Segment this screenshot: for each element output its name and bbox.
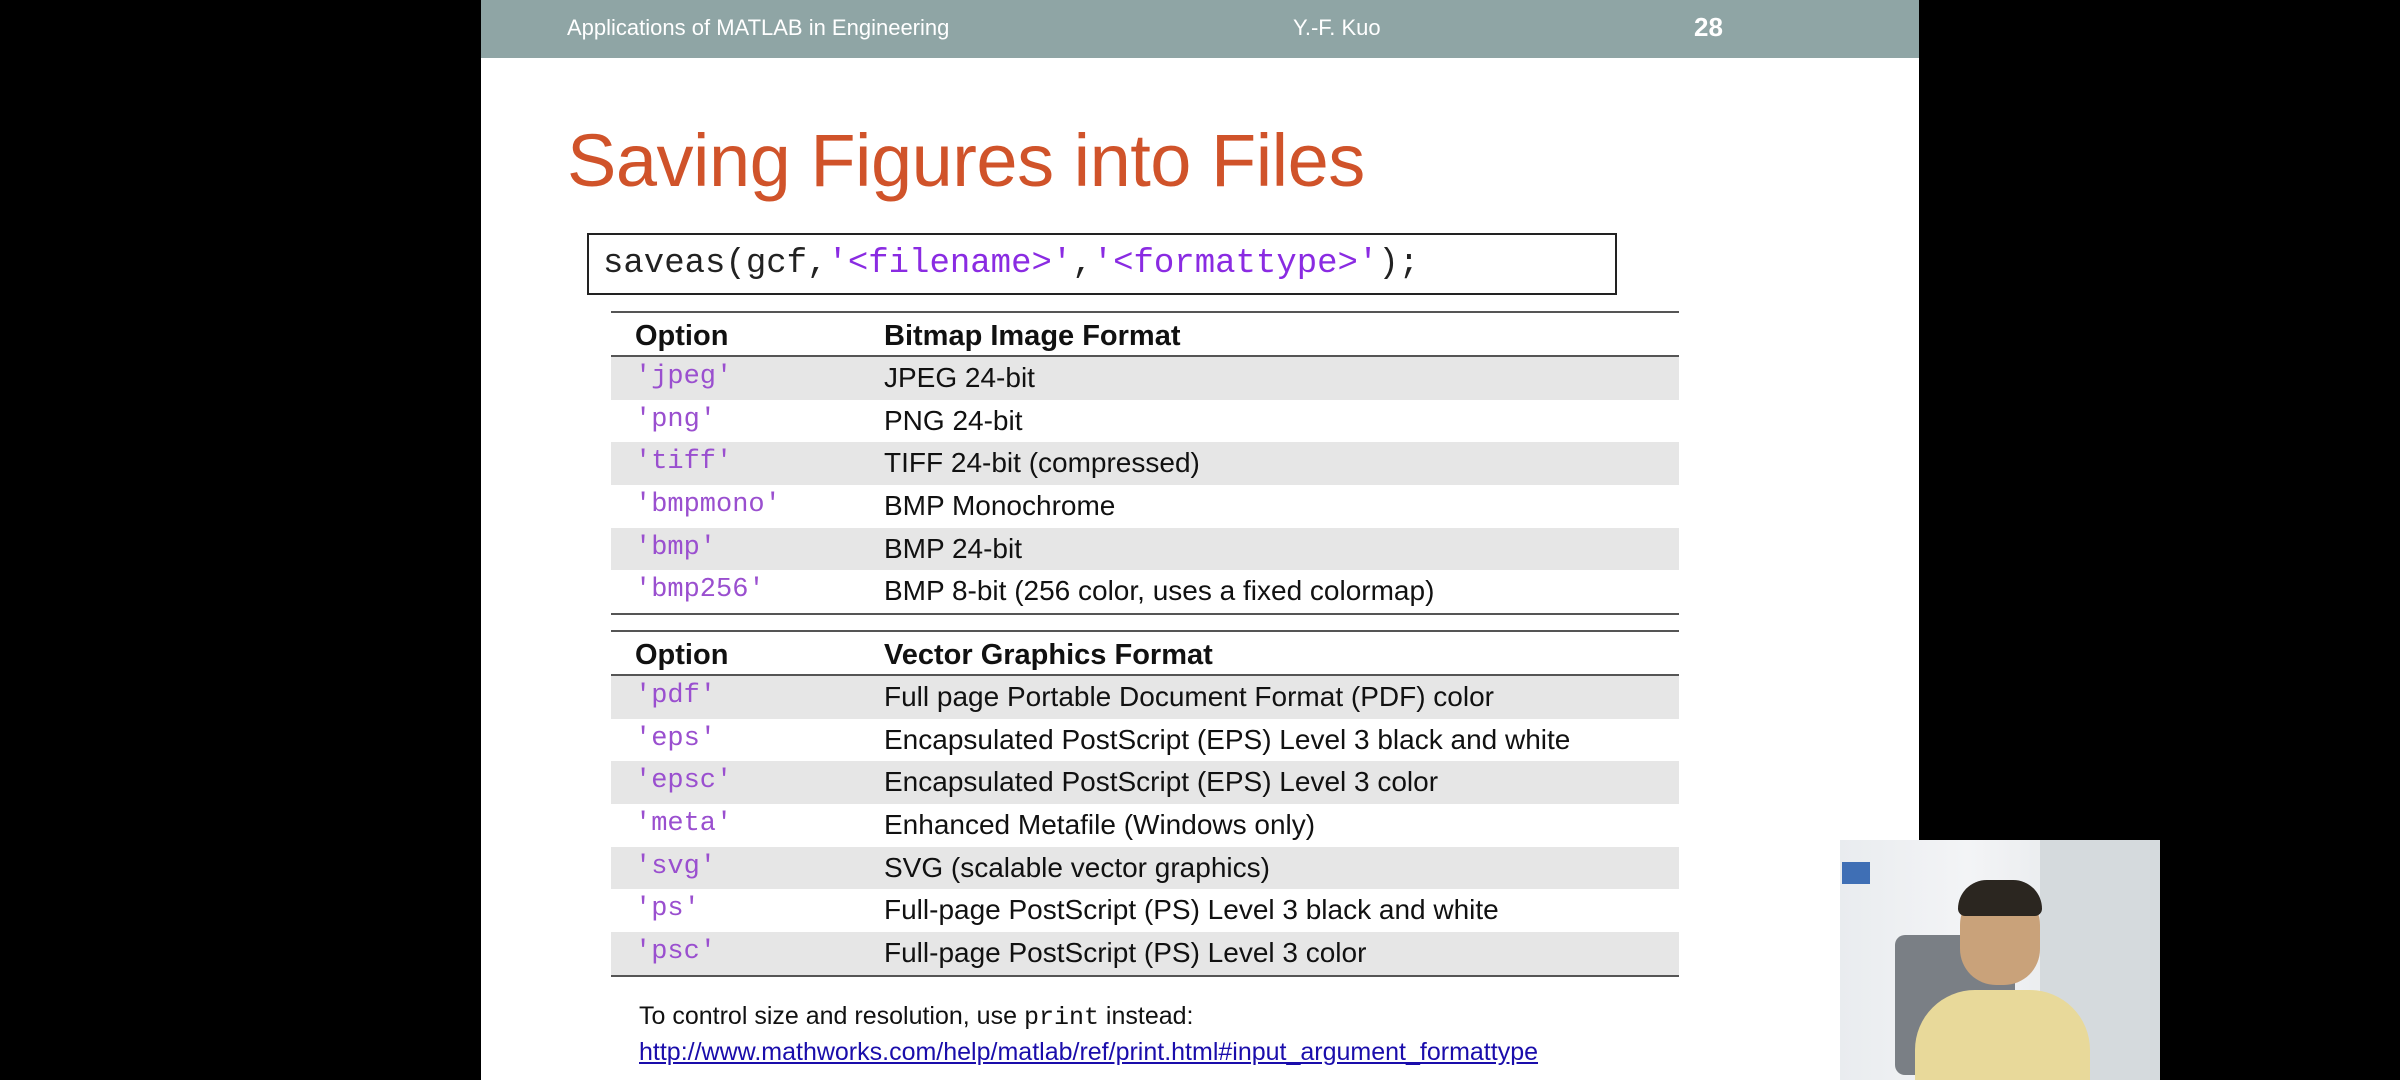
option-value: 'bmp256' [635, 575, 765, 606]
option-value: 'psc' [635, 937, 717, 968]
presenter-body [1915, 990, 2090, 1080]
table-row: 'ps' Full-page PostScript (PS) Level 3 bl… [611, 889, 1679, 932]
note-suffix: instead: [1105, 1002, 1194, 1030]
slide-header: Applications of MATLAB in Engineering Y.… [481, 0, 1919, 58]
format-description: BMP 24-bit [884, 532, 1022, 564]
table-header: Option Vector Graphics Format [611, 632, 1679, 676]
table-rows: 'jpeg' JPEG 24-bit 'png' PNG 24-bit 'tiff' TI… [611, 357, 1679, 613]
table-bottom-rule [611, 974, 1679, 977]
option-value: 'tiff' [635, 447, 733, 478]
code-arg-filename: '<filename>' [827, 245, 1073, 283]
option-value: 'pdf' [635, 681, 717, 711]
format-description: Full-page PostScript (PS) Level 3 color [884, 937, 1367, 969]
option-value: 'meta' [635, 809, 733, 840]
table-header: Option Bitmap Image Format [611, 313, 1679, 357]
format-description: BMP 8-bit (256 color, uses a fixed color… [884, 575, 1435, 607]
note-code: print [1023, 1003, 1099, 1032]
option-value: 'jpeg' [635, 362, 733, 392]
note-prefix: To control size and resolution, use [639, 1002, 1017, 1030]
author-name: Y.-F. Kuo [1293, 15, 1381, 40]
option-value: 'epsc' [635, 766, 733, 797]
option-value: 'svg' [635, 851, 717, 882]
format-description: SVG (scalable vector graphics) [884, 851, 1270, 883]
code-prefix: saveas(gcf, [603, 245, 828, 283]
header-option: Option [635, 639, 729, 671]
option-value: 'png' [635, 404, 717, 435]
table-row: 'svg' SVG (scalable vector graphics) [611, 846, 1679, 890]
slide-title: Saving Figures into Files [567, 119, 1365, 202]
format-description: Encapsulated PostScript (EPS) Level 3 co… [884, 766, 1439, 798]
option-value: 'eps' [635, 723, 717, 754]
table-row: 'meta' Enhanced Metafile (Windows only) [611, 804, 1679, 847]
table-row: 'tiff' TIFF 24-bit (compressed) [611, 442, 1679, 486]
flag-icon [1842, 862, 1870, 884]
table-row: 'bmp' BMP 24-bit [611, 527, 1679, 571]
format-description: Enhanced Metafile (Windows only) [884, 809, 1316, 841]
note-text: To control size and resolution, use prin… [639, 1002, 1193, 1032]
table-row: 'pdf' Full page Portable Document Format … [611, 676, 1679, 719]
slide: Applications of MATLAB in Engineering Y.… [481, 0, 1919, 1080]
table-row: 'psc' Full-page PostScript (PS) Level 3 c… [611, 932, 1679, 975]
presenter-hair [1958, 880, 2042, 916]
page-number: 28 [1694, 12, 1723, 42]
format-description: JPEG 24-bit [884, 362, 1035, 393]
table-row: 'bmpmono' BMP Monochrome [611, 485, 1679, 528]
course-title: Applications of MATLAB in Engineering [567, 15, 950, 40]
option-value: 'ps' [635, 894, 700, 925]
format-description: PNG 24-bit [884, 404, 1023, 436]
code-suffix: ); [1378, 245, 1420, 283]
header-format: Vector Graphics Format [884, 639, 1213, 671]
format-description: Full-page PostScript (PS) Level 3 black … [884, 894, 1499, 926]
code-arg-formattype: '<formattype>' [1092, 245, 1379, 283]
format-description: TIFF 24-bit (compressed) [884, 447, 1200, 479]
table-row: 'eps' Encapsulated PostScript (EPS) Level… [611, 719, 1679, 762]
table-bottom-rule [611, 613, 1679, 616]
documentation-link[interactable]: http://www.mathworks.com/help/matlab/ref… [639, 1038, 1538, 1067]
header-option: Option [635, 320, 729, 352]
table-row: 'epsc' Encapsulated PostScript (EPS) Leve… [611, 761, 1679, 805]
table-row: 'jpeg' JPEG 24-bit [611, 357, 1679, 400]
code-separator: , [1072, 245, 1093, 283]
webcam-video [1840, 840, 2160, 1080]
format-description: Full page Portable Document Format (PDF)… [884, 681, 1494, 712]
table-row: 'png' PNG 24-bit [611, 400, 1679, 443]
header-format: Bitmap Image Format [884, 320, 1181, 352]
format-description: BMP Monochrome [884, 490, 1116, 522]
table-row: 'bmp256' BMP 8-bit (256 color, uses a fix… [611, 570, 1679, 613]
code-snippet: saveas(gcf,'<filename>','<formattype>'); [587, 233, 1617, 295]
format-description: Encapsulated PostScript (EPS) Level 3 bl… [884, 723, 1571, 755]
table-rows: 'pdf' Full page Portable Document Format … [611, 676, 1679, 975]
option-value: 'bmpmono' [635, 490, 781, 521]
option-value: 'bmp' [635, 532, 717, 563]
